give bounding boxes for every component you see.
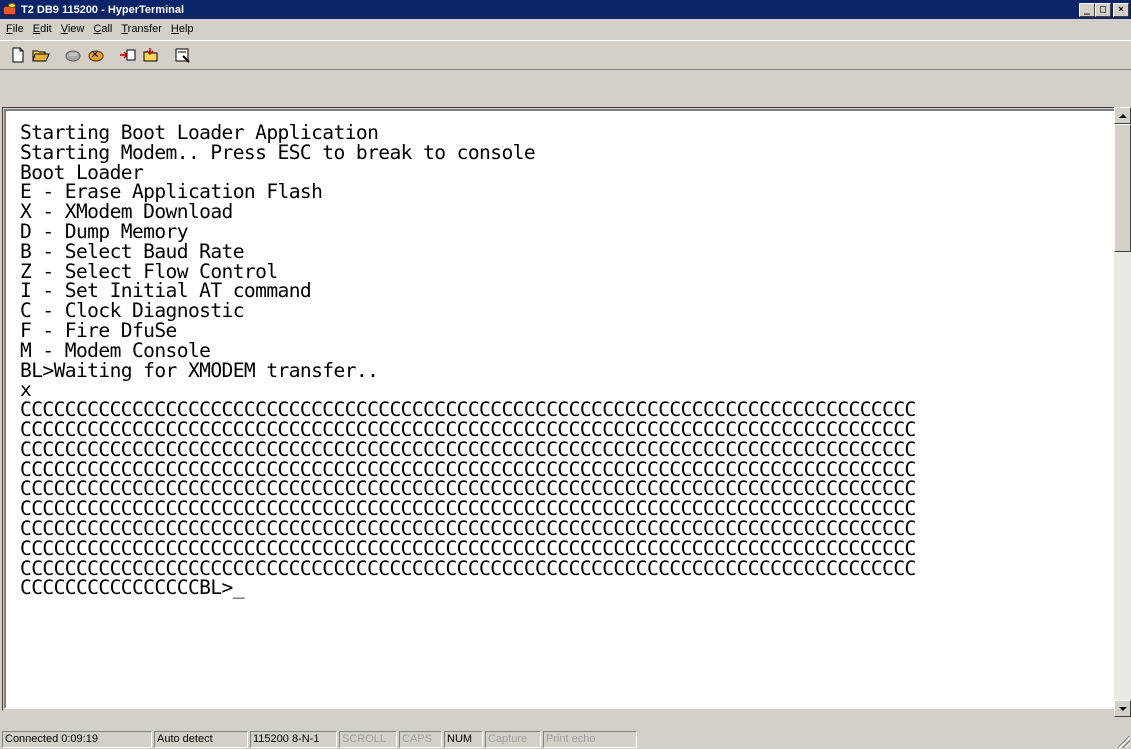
- status-detect: Auto detect: [154, 730, 248, 748]
- connect-icon[interactable]: [61, 44, 84, 66]
- status-caps: CAPS: [399, 730, 442, 748]
- properties-icon[interactable]: [171, 44, 194, 66]
- menu-call[interactable]: Call: [90, 23, 118, 35]
- resize-grip-icon[interactable]: [1118, 736, 1130, 748]
- hyperterminal-icon[interactable]: [2, 2, 18, 18]
- terminal-output: Starting Boot Loader Application Startin…: [20, 121, 916, 600]
- status-capture: Capture: [485, 730, 541, 748]
- scroll-down-button[interactable]: [1114, 700, 1131, 717]
- terminal-window[interactable]: Starting Boot Loader Application Startin…: [4, 109, 1116, 709]
- menu-help[interactable]: Help: [168, 23, 200, 35]
- receive-icon[interactable]: [139, 44, 162, 66]
- menu-transfer[interactable]: Transfer: [118, 23, 168, 35]
- status-scroll: SCROLL: [339, 730, 397, 748]
- scroll-thumb[interactable]: [1114, 124, 1131, 252]
- close-button[interactable]: ×: [1113, 2, 1129, 17]
- status-connected: Connected 0:09:19: [2, 730, 152, 748]
- title-bar[interactable]: T2 DB9 115200 - HyperTerminal _ □ ×: [0, 0, 1131, 19]
- terminal-area[interactable]: Starting Boot Loader Application Startin…: [6, 111, 1114, 707]
- window-title: T2 DB9 115200 - HyperTerminal: [21, 3, 185, 16]
- open-icon[interactable]: [29, 44, 52, 66]
- menu-view[interactable]: View: [58, 23, 91, 35]
- scroll-up-button[interactable]: [1114, 107, 1131, 124]
- maximize-button[interactable]: □: [1095, 2, 1111, 17]
- menu-file[interactable]: File: [3, 23, 30, 35]
- status-bar: Connected 0:09:19 Auto detect 115200 8-N…: [0, 729, 1131, 749]
- status-print-echo: Print echo: [543, 730, 637, 748]
- arrow-up-icon: [1118, 113, 1127, 118]
- toolbar: [0, 40, 1131, 70]
- minimize-button[interactable]: _: [1079, 2, 1095, 17]
- arrow-down-icon: [1118, 706, 1127, 711]
- status-settings: 115200 8-N-1: [250, 730, 337, 748]
- send-icon[interactable]: [116, 44, 139, 66]
- menu-bar: File Edit View Call Transfer Help: [0, 19, 1131, 39]
- new-connection-icon[interactable]: [6, 44, 29, 66]
- status-num: NUM: [444, 730, 483, 748]
- menu-edit[interactable]: Edit: [30, 23, 58, 35]
- vertical-scrollbar[interactable]: [1114, 107, 1131, 717]
- disconnect-icon[interactable]: [84, 44, 107, 66]
